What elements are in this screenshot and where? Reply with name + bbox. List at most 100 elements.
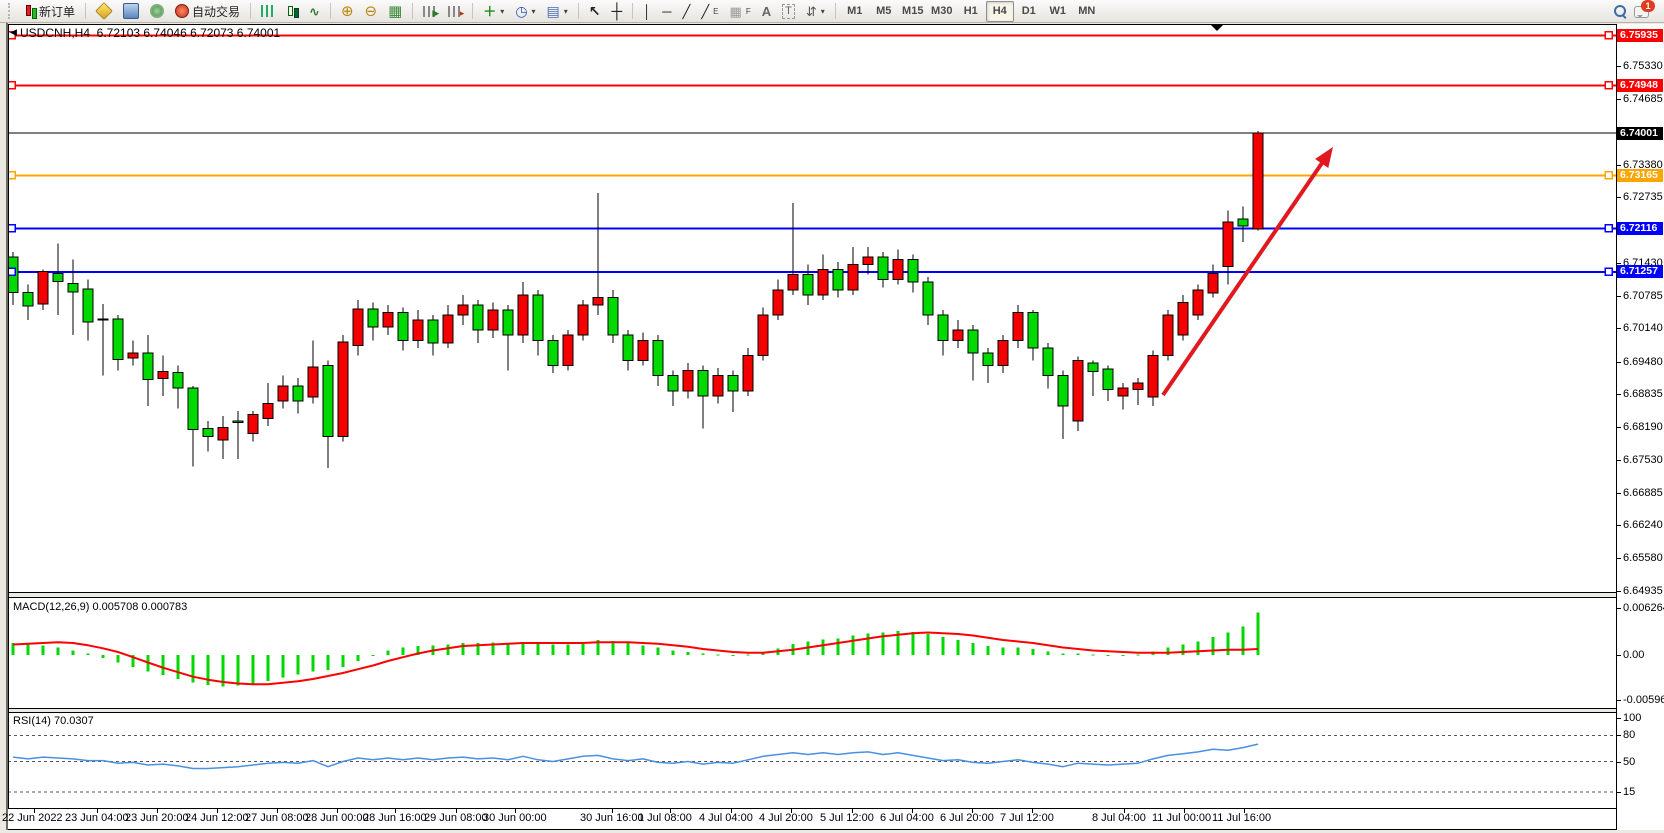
auto-scroll-button[interactable]: ▶ <box>418 1 442 22</box>
macd-histogram-bar <box>27 644 30 655</box>
candle-body <box>1088 363 1098 372</box>
macd-histogram-bar <box>642 645 645 655</box>
tile-windows-button[interactable]: ▦ <box>383 1 407 22</box>
macd-histogram-bar <box>1002 648 1005 655</box>
price-tick-label: 6.69480 <box>1623 356 1663 368</box>
timeframe-w1[interactable]: W1 <box>1044 1 1072 22</box>
zoom-out-button[interactable]: ⊖ <box>360 1 383 22</box>
line-handle[interactable] <box>8 225 15 232</box>
timeframe-h1[interactable]: H1 <box>957 1 985 22</box>
line-handle[interactable] <box>8 82 15 89</box>
candle-body <box>368 309 378 327</box>
templates-button[interactable]: ▤ ▾ <box>542 1 573 22</box>
line-handle[interactable] <box>1605 268 1612 275</box>
main-chart[interactable] <box>8 24 1616 592</box>
equidistant-channel-button[interactable]: ╱E <box>696 1 723 22</box>
timeframe-m30[interactable]: M30 <box>928 1 956 22</box>
bar-chart-button[interactable] <box>256 1 280 22</box>
autotrading-button[interactable]: 自动交易 <box>170 1 245 22</box>
trend-arrow-head[interactable] <box>1315 147 1333 168</box>
candlestick-chart-button[interactable] <box>281 1 303 22</box>
clock-icon: ◷ <box>515 5 527 18</box>
line-handle[interactable] <box>8 172 15 179</box>
new-order-button[interactable]: 新订单 <box>19 1 80 22</box>
text-tool-button[interactable]: A <box>757 1 776 22</box>
macd-indicator-chart[interactable] <box>8 598 1616 708</box>
timeframe-mn[interactable]: MN <box>1073 1 1101 22</box>
search-icon[interactable] <box>1614 5 1626 17</box>
trendline-button[interactable]: ╱ <box>678 1 696 22</box>
timeframe-m15[interactable]: M15 <box>899 1 927 22</box>
trend-arrow-shaft[interactable] <box>1163 157 1326 395</box>
candle-body <box>323 366 333 437</box>
timeframe-m1[interactable]: M1 <box>841 1 869 22</box>
pane-border <box>8 24 9 830</box>
horizontal-line-icon: ─ <box>662 5 671 18</box>
candle-body <box>98 319 108 320</box>
zoom-in-button[interactable]: ⊕ <box>336 1 359 22</box>
line-handle[interactable] <box>1605 32 1612 39</box>
chart-shift-button[interactable]: ▸ <box>443 1 467 22</box>
candle-body <box>68 284 78 292</box>
cursor-button[interactable]: ↖ <box>584 1 606 22</box>
candle-body <box>458 305 468 315</box>
line-handle[interactable] <box>1605 82 1612 89</box>
macd-signal-line <box>13 633 1258 685</box>
axis-tick <box>1616 427 1621 428</box>
macd-histogram-bar <box>837 639 840 655</box>
time-tick-label: 4 Jul 04:00 <box>699 812 753 824</box>
time-tick <box>515 809 516 813</box>
macd-histogram-bar <box>1212 637 1215 655</box>
dropdown-arrow-icon: ▾ <box>821 7 825 16</box>
price-badge: 6.73165 <box>1617 169 1663 182</box>
chart-shift-marker-icon[interactable] <box>1211 25 1223 31</box>
line-handle[interactable] <box>1605 225 1612 232</box>
toolbar-grip[interactable] <box>8 3 14 19</box>
chart-gallery-button[interactable] <box>118 1 144 22</box>
candle-body <box>998 340 1008 365</box>
macd-histogram-bar <box>102 655 105 658</box>
vertical-line-button[interactable]: │ <box>638 1 656 22</box>
timeframe-d1[interactable]: D1 <box>1015 1 1043 22</box>
zoom-out-icon: ⊖ <box>365 5 378 18</box>
chat-button[interactable]: 1 <box>1634 3 1652 19</box>
arrows-tool-button[interactable]: ⇵ ▾ <box>801 1 830 22</box>
autotrading-label: 自动交易 <box>192 3 240 20</box>
line-handle[interactable] <box>1605 172 1612 179</box>
axis-tick <box>1616 655 1621 656</box>
time-tick <box>852 809 853 813</box>
indicators-button[interactable]: ＋ ▾ <box>478 1 509 22</box>
time-tick <box>912 809 913 813</box>
time-tick <box>612 809 613 813</box>
time-tick-label: 30 Jun 16:00 <box>580 812 644 824</box>
chart-shift-icon: ▸ <box>448 6 462 17</box>
rsi-axis-label: 100 <box>1623 712 1641 724</box>
price-badge: 6.71257 <box>1617 265 1663 278</box>
axis-tick <box>1616 700 1621 701</box>
timeframe-m5[interactable]: M5 <box>870 1 898 22</box>
fibonacci-button[interactable]: ▦F <box>725 1 756 22</box>
candle-body <box>488 310 498 330</box>
periods-button[interactable]: ◷ ▾ <box>510 1 540 22</box>
line-handle[interactable] <box>8 268 15 275</box>
macd-histogram-bar <box>552 645 555 655</box>
horizontal-line-button[interactable]: ─ <box>657 1 676 22</box>
rsi-indicator-chart[interactable] <box>8 713 1616 808</box>
candle-body <box>353 309 363 345</box>
candle-body <box>443 315 453 343</box>
toolbar-right-cluster: 1 <box>1614 3 1660 19</box>
indicators-plus-icon: ＋ <box>483 5 496 18</box>
time-axis[interactable]: 22 Jun 202223 Jun 04:0023 Jun 20:0024 Ju… <box>8 809 1616 829</box>
text-label-button[interactable]: T <box>777 1 800 22</box>
signals-button[interactable] <box>145 1 169 22</box>
accounts-button[interactable] <box>91 1 117 22</box>
candle-body <box>683 371 693 391</box>
axis-tick <box>1616 296 1621 297</box>
timeframe-h4[interactable]: H4 <box>986 1 1014 22</box>
macd-histogram-bar <box>117 655 120 662</box>
crosshair-button[interactable]: ┼ <box>607 1 628 22</box>
macd-histogram-bar <box>1137 654 1140 655</box>
line-chart-button[interactable]: ∿ <box>304 1 325 22</box>
price-axis[interactable]: 6.753306.746856.733806.727356.714306.707… <box>1617 24 1664 830</box>
time-tick-label: 8 Jul 04:00 <box>1092 812 1146 824</box>
